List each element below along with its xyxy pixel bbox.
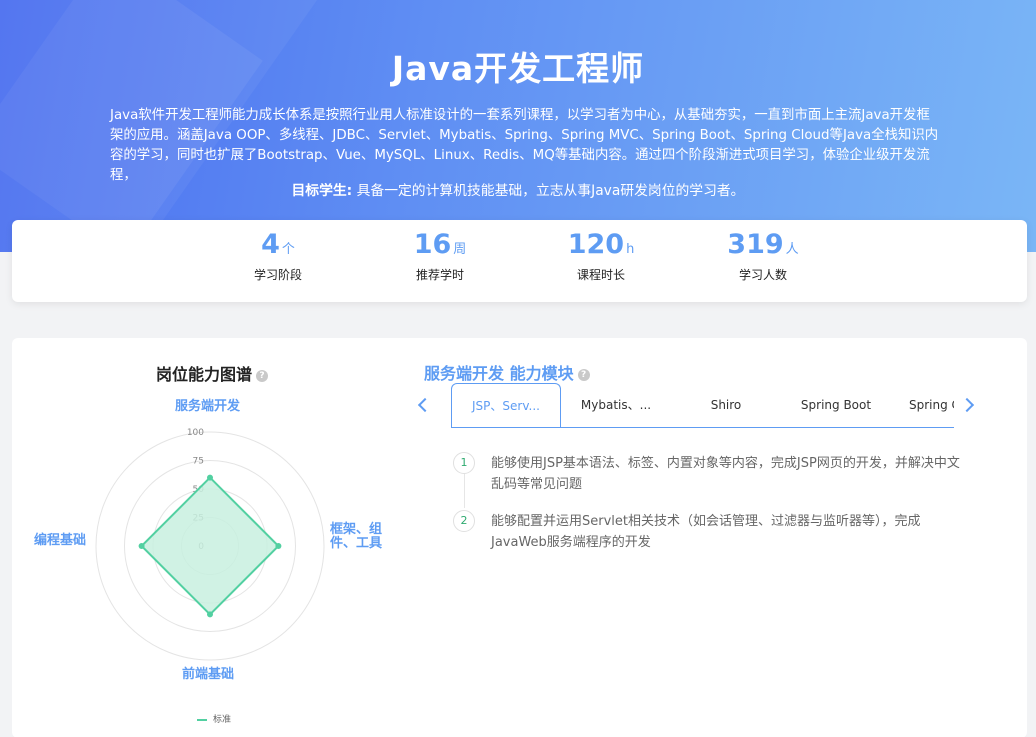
timeline-line [464, 472, 465, 508]
radar-series-area [140, 476, 280, 616]
stat-value: 16 [413, 229, 452, 260]
stat-label: 课程时长 [576, 268, 625, 282]
stat-value: 120 [567, 229, 625, 260]
target-students: 目标学生: 具备一定的计算机技能基础，立志从事Java研发岗位的学习者。 [0, 179, 1036, 199]
tab-jsp-servlet[interactable]: JSP、Serv... [451, 383, 561, 427]
stat-unit: 个 [281, 242, 295, 257]
page: Java开发工程师 Java软件开发工程师能力成长体系是按照行业用人标准设计的一… [0, 0, 1036, 737]
module-title-text: 服务端开发 能力模块 [424, 364, 574, 383]
radar-tick-label: 100 [187, 428, 204, 438]
help-icon[interactable]: ? [577, 368, 590, 381]
target-label: 目标学生: [291, 183, 353, 199]
item-text: 能够配置并运用Servlet相关技术（如会话管理、过滤器与监听器等），完成Jav… [491, 514, 921, 550]
tab-spring-cloud[interactable]: Spring Cl [891, 383, 954, 427]
radar-data-point[interactable] [207, 611, 213, 618]
stat-label: 推荐学时 [415, 268, 464, 282]
help-icon[interactable]: ? [256, 369, 269, 382]
page-title: Java开发工程师 [391, 49, 645, 88]
stat-hours: 16 周 推荐学时 [380, 228, 500, 283]
stat-value: 319 [727, 229, 784, 260]
stat-unit: h [626, 242, 635, 257]
hero-banner: Java开发工程师 Java软件开发工程师能力成长体系是按照行业用人标准设计的一… [0, 0, 1036, 252]
stat-learners: 319 人 学习人数 [703, 228, 823, 283]
course-description: Java软件开发工程师能力成长体系是按照行业用人标准设计的一套系列课程，以学习者… [110, 108, 939, 183]
module-title: 服务端开发 能力模块? [424, 360, 590, 384]
tab-spring-boot[interactable]: Spring Boot [781, 383, 891, 427]
stat-duration: 120 h 课程时长 [541, 228, 661, 283]
stat-value: 4 [261, 229, 280, 260]
tab-mybatis[interactable]: Mybatis、... [561, 383, 671, 427]
radar-data-point[interactable] [207, 474, 213, 481]
radar-axis-label: 编程基础 [34, 533, 87, 548]
ability-map-title-text: 岗位能力图谱 [156, 365, 253, 384]
radar-axis-label: 框架、组件、工具 [330, 522, 383, 551]
stats-card: 4个 学习阶段 16 周 推荐学时 120 h 课程时长 319 人 学习人数 [12, 220, 1027, 302]
main-card: 岗位能力图谱? 服务端开发 框架、组件、工具 前端基础 编程基础 0255075… [12, 338, 1027, 737]
radar-legend[interactable]: 标准 [197, 712, 231, 725]
stat-label: 学习人数 [738, 268, 787, 282]
radar-data-point[interactable] [138, 543, 145, 549]
stat-unit: 周 [453, 242, 467, 257]
radar-axis-label: 服务端开发 [175, 399, 241, 414]
tabs-prev-arrow-icon[interactable] [414, 396, 430, 412]
stat-stages: 4个 学习阶段 [218, 228, 338, 283]
item-text: 能够使用JSP基本语法、标签、内置对象等内容，完成JSP网页的开发，并解决中文乱… [491, 456, 960, 492]
tabs-next-arrow-icon[interactable] [962, 396, 978, 412]
item-number: 1 [453, 452, 475, 474]
legend-swatch [197, 718, 207, 721]
ability-map-title: 岗位能力图谱? [156, 361, 269, 385]
legend-label: 标准 [213, 715, 232, 725]
module-tabs: JSP、Serv... Mybatis、... Shiro Spring Boo… [451, 383, 954, 428]
stat-label: 学习阶段 [253, 268, 302, 282]
radar-data-point[interactable] [275, 543, 282, 549]
tab-shiro[interactable]: Shiro [671, 383, 781, 427]
radar-tick-label: 75 [193, 457, 204, 467]
target-text: 具备一定的计算机技能基础，立志从事Java研发岗位的学习者。 [356, 183, 745, 199]
radar-chart: 0255075100 [95, 428, 325, 661]
stat-unit: 人 [785, 242, 799, 257]
item-number: 2 [453, 510, 475, 532]
